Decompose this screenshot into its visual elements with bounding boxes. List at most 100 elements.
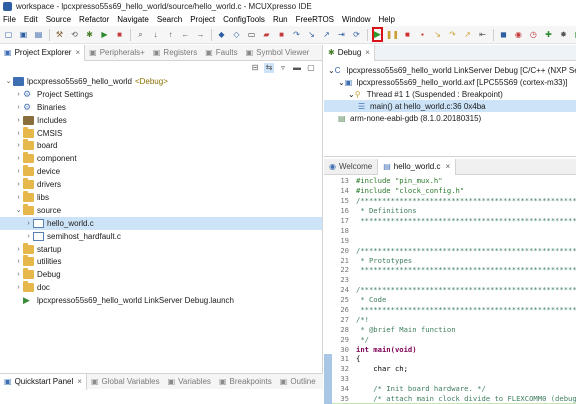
tab-peripherals-[interactable]: ▣ Peripherals+ xyxy=(85,45,149,61)
disconnect-icon[interactable]: ▪ xyxy=(417,29,428,40)
minimize-icon[interactable]: ▬ xyxy=(292,63,302,73)
save-icon[interactable]: ▣ xyxy=(18,29,29,40)
menu-freertos[interactable]: FreeRTOS xyxy=(296,15,334,24)
filter-icon[interactable]: ▿ xyxy=(278,63,288,73)
debug-tree-item[interactable]: ⌄ ▣ lpcxpresso55s69_hello_world.axf [LPC55… xyxy=(324,76,576,88)
tab-outline[interactable]: ▣ Outline xyxy=(276,374,320,390)
chevron-right-icon[interactable]: › xyxy=(14,258,23,265)
tab-hello-world-c[interactable]: ▤ hello_world.c × xyxy=(377,158,457,175)
tab-variables[interactable]: ▣ Variables xyxy=(164,374,215,390)
debug-tree-item[interactable]: ☰ main() at hello_world.c:36 0x4ba xyxy=(324,100,576,112)
stop-icon[interactable]: ■ xyxy=(114,29,125,40)
tab-faults[interactable]: ▣ Faults xyxy=(201,45,241,61)
code-line[interactable]: 29 */ xyxy=(324,334,576,344)
code-line[interactable]: 19 xyxy=(324,235,576,245)
menu-run[interactable]: Run xyxy=(273,15,288,24)
code-line[interactable]: 24 /*************************************… xyxy=(324,285,576,295)
tab-project-explorer[interactable]: ▣ Project Explorer × xyxy=(0,44,86,61)
code-line[interactable]: 21 * Prototypes xyxy=(324,255,576,265)
chevron-down-icon[interactable]: ⌄ xyxy=(348,90,355,99)
tree-item[interactable]: ▶ lpcxpresso55s69_hello_world LinkServer … xyxy=(0,294,322,307)
instruction-step-icon[interactable]: ⇥ xyxy=(336,29,347,40)
code-line[interactable]: 23 xyxy=(324,275,576,285)
code-line[interactable]: 16 * Definitions xyxy=(324,206,576,216)
code-area[interactable]: 13 #include "pin_mux.h" 14 #include "clock_… xyxy=(324,176,576,404)
chevron-right-icon[interactable]: › xyxy=(14,155,23,162)
back-icon[interactable]: ← xyxy=(180,29,191,40)
step-return-icon[interactable]: ↗ xyxy=(321,29,332,40)
menu-help[interactable]: Help xyxy=(378,15,394,24)
pin-config-icon[interactable]: ◉ xyxy=(513,29,524,40)
menu-project[interactable]: Project xyxy=(190,15,215,24)
tree-item[interactable]: › CMSIS xyxy=(0,126,322,140)
tree-item[interactable]: ⌄ source xyxy=(0,203,322,217)
suspend-icon[interactable]: ❚❚ xyxy=(386,29,399,40)
code-line[interactable]: 22 *************************************… xyxy=(324,265,576,275)
chevron-right-icon[interactable]: › xyxy=(24,220,33,227)
code-line[interactable]: 30 int main(void) xyxy=(324,344,576,354)
tree-item[interactable]: › drivers xyxy=(0,178,322,191)
tab-debug[interactable]: ✱ Debug × xyxy=(324,44,375,61)
run-icon[interactable]: ▶ xyxy=(99,29,110,40)
drop-to-frame-icon[interactable]: ⇤ xyxy=(477,29,488,40)
code-line[interactable]: 33 xyxy=(324,373,576,384)
collapse-all-icon[interactable]: ⊟ xyxy=(250,63,260,73)
code-line[interactable]: 15 /*************************************… xyxy=(324,196,576,206)
tab-welcome[interactable]: ◉ Welcome xyxy=(324,159,377,175)
tree-item[interactable]: › ⚙ Project Settings xyxy=(0,88,322,101)
chevron-right-icon[interactable]: › xyxy=(14,142,23,149)
project-icon[interactable]: ◼ xyxy=(498,29,509,40)
tree-item[interactable]: › startup xyxy=(0,242,322,256)
build-icon[interactable]: ⚒ xyxy=(54,29,65,40)
menu-window[interactable]: Window xyxy=(342,15,370,24)
code-line[interactable]: 14 #include "clock_config.h" xyxy=(324,186,576,196)
restart-icon[interactable]: ⟳ xyxy=(351,29,362,40)
tree-item[interactable]: › Includes xyxy=(0,114,322,127)
code-line[interactable]: 28 * @brief Main function xyxy=(324,324,576,334)
chevron-right-icon[interactable]: › xyxy=(14,91,23,98)
close-icon[interactable]: × xyxy=(77,377,82,386)
menu-search[interactable]: Search xyxy=(157,15,182,24)
terminal-icon[interactable]: ▭ xyxy=(246,29,257,40)
chevron-down-icon[interactable]: ⌄ xyxy=(338,78,345,87)
code-line[interactable]: 34 /* Init board hardware. */ xyxy=(324,383,576,394)
flash-icon[interactable]: ◆ xyxy=(216,29,227,40)
menu-source[interactable]: Source xyxy=(46,15,71,24)
settings-icon[interactable]: ✸ xyxy=(558,29,569,40)
link-editor-icon[interactable]: ⇆ xyxy=(264,62,274,73)
stop-debug-icon[interactable]: ■ xyxy=(276,29,287,40)
step-into-icon[interactable]: ↘ xyxy=(306,29,317,40)
debug-tree-item[interactable]: ⌄ Clpcxpresso55s69_hello_world LinkServer… xyxy=(324,64,576,76)
chevron-right-icon[interactable]: › xyxy=(14,271,23,278)
chevron-right-icon[interactable]: › xyxy=(24,233,33,240)
tree-item[interactable]: › ⚙ Binaries xyxy=(0,101,322,114)
tree-item[interactable]: › doc xyxy=(0,281,322,294)
chevron-right-icon[interactable]: › xyxy=(14,168,23,175)
tab-symbol-viewer[interactable]: ▣ Symbol Viewer xyxy=(242,45,314,61)
chevron-right-icon[interactable]: › xyxy=(14,104,23,111)
code-line[interactable]: 27 /*! xyxy=(324,314,576,324)
gui-flash-icon[interactable]: ◇ xyxy=(231,29,242,40)
chevron-right-icon[interactable]: › xyxy=(14,246,23,253)
code-line[interactable]: 35 /* attach main clock divide to FLEXCO… xyxy=(324,393,576,404)
tree-item[interactable]: › board xyxy=(0,139,322,152)
code-line[interactable]: 20 /*************************************… xyxy=(324,245,576,255)
resume-button-highlight[interactable]: ▶ xyxy=(372,27,383,42)
close-icon[interactable]: × xyxy=(75,48,80,57)
chevron-right-icon[interactable]: › xyxy=(14,130,23,137)
chevron-down-icon[interactable]: ⌄ xyxy=(4,77,13,85)
chevron-right-icon[interactable]: › xyxy=(14,117,23,124)
menu-navigate[interactable]: Navigate xyxy=(117,15,149,24)
code-line[interactable]: 32 char ch; xyxy=(324,363,576,374)
debug-tree-item[interactable]: ⌄ ⚲ Thread #1 1 (Suspended : Breakpoint) xyxy=(324,88,576,100)
terminate-icon[interactable]: ■ xyxy=(402,29,413,40)
tree-item[interactable]: › hello_world.c xyxy=(0,216,322,230)
chevron-right-icon[interactable]: › xyxy=(14,194,23,201)
prev-annotation-icon[interactable]: ↑ xyxy=(165,29,176,40)
tree-item[interactable]: › semihost_hardfault.c xyxy=(0,230,322,243)
debug-tree-item[interactable]: ▤ arm-none-eabi-gdb (8.1.0.20180315) xyxy=(324,112,576,124)
debug-config-icon[interactable]: ▰ xyxy=(261,29,272,40)
clean-icon[interactable]: ⟲ xyxy=(69,29,80,40)
close-icon[interactable]: × xyxy=(445,162,450,171)
code-line[interactable]: 13 #include "pin_mux.h" xyxy=(324,176,576,186)
